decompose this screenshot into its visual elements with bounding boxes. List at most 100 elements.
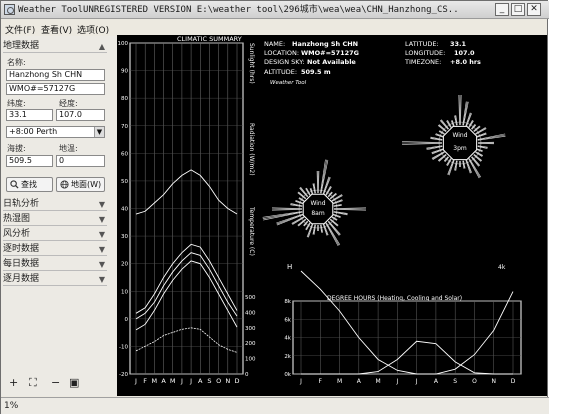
chevron-down-icon: ▼: [98, 260, 105, 269]
rose-spike: [402, 143, 443, 145]
left-tick: 10: [121, 289, 128, 295]
y-tick: 0k: [284, 372, 291, 378]
y-tick: 6k: [284, 317, 291, 323]
info-lat-key: LATITUDE:: [405, 40, 439, 48]
section-header-3[interactable]: 逐时数据 ▼: [3, 243, 107, 256]
section-title: 风分析: [3, 229, 31, 239]
left-tick: 30: [121, 234, 128, 240]
left-tick: 40: [121, 207, 128, 213]
radiation-line: [135, 327, 238, 353]
series-line-2: [135, 252, 238, 320]
name-field[interactable]: Hanzhong Sh CHN: [6, 69, 105, 81]
section-header-0[interactable]: 日轨分析 ▼: [3, 198, 107, 211]
wind-rose-3pm-label: Wind: [452, 132, 467, 139]
lon-field[interactable]: 107.0: [56, 109, 105, 121]
left-tick: 0: [125, 317, 129, 323]
lat-label: 纬度:: [7, 99, 26, 108]
chevron-down-icon: ▼: [98, 215, 105, 224]
rose-spike: [333, 209, 366, 211]
info-name-key: NAME:: [264, 40, 285, 48]
rose-spike: [462, 101, 468, 126]
wmo-field[interactable]: WMO#=57127G: [6, 83, 105, 95]
info-lon-key: LONGITUDE:: [405, 49, 445, 57]
month-tick: S: [453, 378, 457, 385]
section-header-4[interactable]: 每日数据 ▼: [3, 258, 107, 271]
close-button[interactable]: ✕: [527, 3, 541, 16]
y-tick: 8k: [284, 299, 291, 305]
y-tick: 2k: [284, 354, 291, 360]
rose-spike: [331, 216, 338, 221]
section-header-5[interactable]: 逐月数据 ▼: [3, 273, 107, 286]
title-bar: Weather ToolUNREGISTERED VERSION E:\weat…: [1, 1, 549, 19]
climatic-title: CLIMATIC SUMMARY: [177, 35, 242, 43]
status-text: 1%: [4, 401, 19, 411]
status-bar: 1%: [1, 397, 549, 414]
right-label-temperature: Temperature (C): [248, 206, 255, 256]
rose-spike: [308, 224, 314, 238]
info-lat-val: 33.1: [450, 40, 467, 48]
timezone-value: +8:00 Perth: [9, 127, 58, 136]
ground-field[interactable]: 0: [56, 155, 105, 167]
minimize-button[interactable]: _: [495, 3, 509, 16]
right-tick: 500: [245, 295, 256, 301]
month-tick: M: [337, 378, 342, 385]
month-tick: D: [234, 377, 239, 385]
rose-spike: [332, 199, 343, 204]
chevron-down-icon: ▼: [98, 230, 105, 239]
info-sky-val: Not Available: [307, 58, 356, 66]
maximize-button[interactable]: □: [511, 3, 525, 16]
rose-spike: [298, 197, 305, 202]
left-tick: 50: [121, 179, 128, 185]
section-title: 逐月数据: [3, 274, 40, 284]
degree-left-letter: H: [287, 263, 292, 271]
minus-button[interactable]: −: [51, 376, 60, 389]
chevron-down-icon: ▼: [98, 245, 105, 254]
rose-spike: [460, 95, 462, 126]
add-button[interactable]: +: [9, 376, 18, 389]
section-title: 热湿图: [3, 214, 31, 224]
section-header-2[interactable]: 风分析 ▼: [3, 228, 107, 241]
left-tick: -20: [119, 372, 128, 378]
chevron-down-icon: ▼: [94, 127, 104, 137]
rose-spike: [272, 209, 303, 211]
rose-spike: [332, 214, 341, 218]
alt-field[interactable]: 509.5: [6, 155, 53, 167]
info-name-val: Hanzhong Sh CHN: [292, 40, 358, 48]
timezone-select[interactable]: +8:00 Perth ▼: [6, 126, 105, 138]
window-title: Weather ToolUNREGISTERED VERSION E:\weat…: [18, 5, 460, 15]
lon-label: 经度:: [59, 99, 78, 108]
right-tick: 400: [245, 310, 256, 316]
section-title: 每日数据: [3, 259, 40, 269]
rose-spike: [333, 207, 366, 209]
month-tick: J: [180, 377, 183, 385]
lat-field[interactable]: 33.1: [6, 109, 53, 121]
menu-options[interactable]: 选项(O): [77, 23, 109, 36]
month-tick: N: [225, 377, 230, 385]
series-line-3: [135, 260, 238, 331]
section-header-1[interactable]: 热湿图 ▼: [3, 213, 107, 226]
name-label: 名称:: [7, 58, 26, 67]
export-button[interactable]: ▣: [69, 376, 79, 389]
month-tick: D: [511, 378, 516, 385]
geo-section-title: 地理数据: [3, 41, 40, 51]
wind-rose-8am-label: Wind: [310, 200, 325, 207]
menu-bar: 文件(F) 查看(V) 选项(O): [1, 20, 117, 36]
month-tick: M: [152, 377, 158, 385]
month-tick: A: [198, 377, 203, 385]
surface-button[interactable]: 地面(W): [56, 177, 105, 192]
chevron-down-icon: ▼: [98, 200, 105, 209]
month-tick: S: [207, 377, 211, 385]
rose-spike: [295, 200, 304, 204]
search-icon: [10, 180, 19, 189]
y-tick: 4k: [284, 336, 291, 342]
menu-view[interactable]: 查看(V): [41, 23, 72, 36]
month-tick: A: [357, 378, 362, 385]
search-button[interactable]: 查找: [6, 177, 53, 192]
weather-plots: CLIMATIC SUMMARY Sunlight (hrs) Radiatio…: [118, 35, 522, 385]
menu-file[interactable]: 文件(F): [5, 23, 35, 36]
info-sky-key: DESIGN SKY:: [264, 58, 305, 66]
fit-button[interactable]: ⛶: [29, 376, 37, 390]
search-button-label: 查找: [21, 180, 37, 189]
month-tick: J: [299, 378, 302, 385]
geo-section-header[interactable]: 地理数据 ▲: [3, 40, 107, 53]
